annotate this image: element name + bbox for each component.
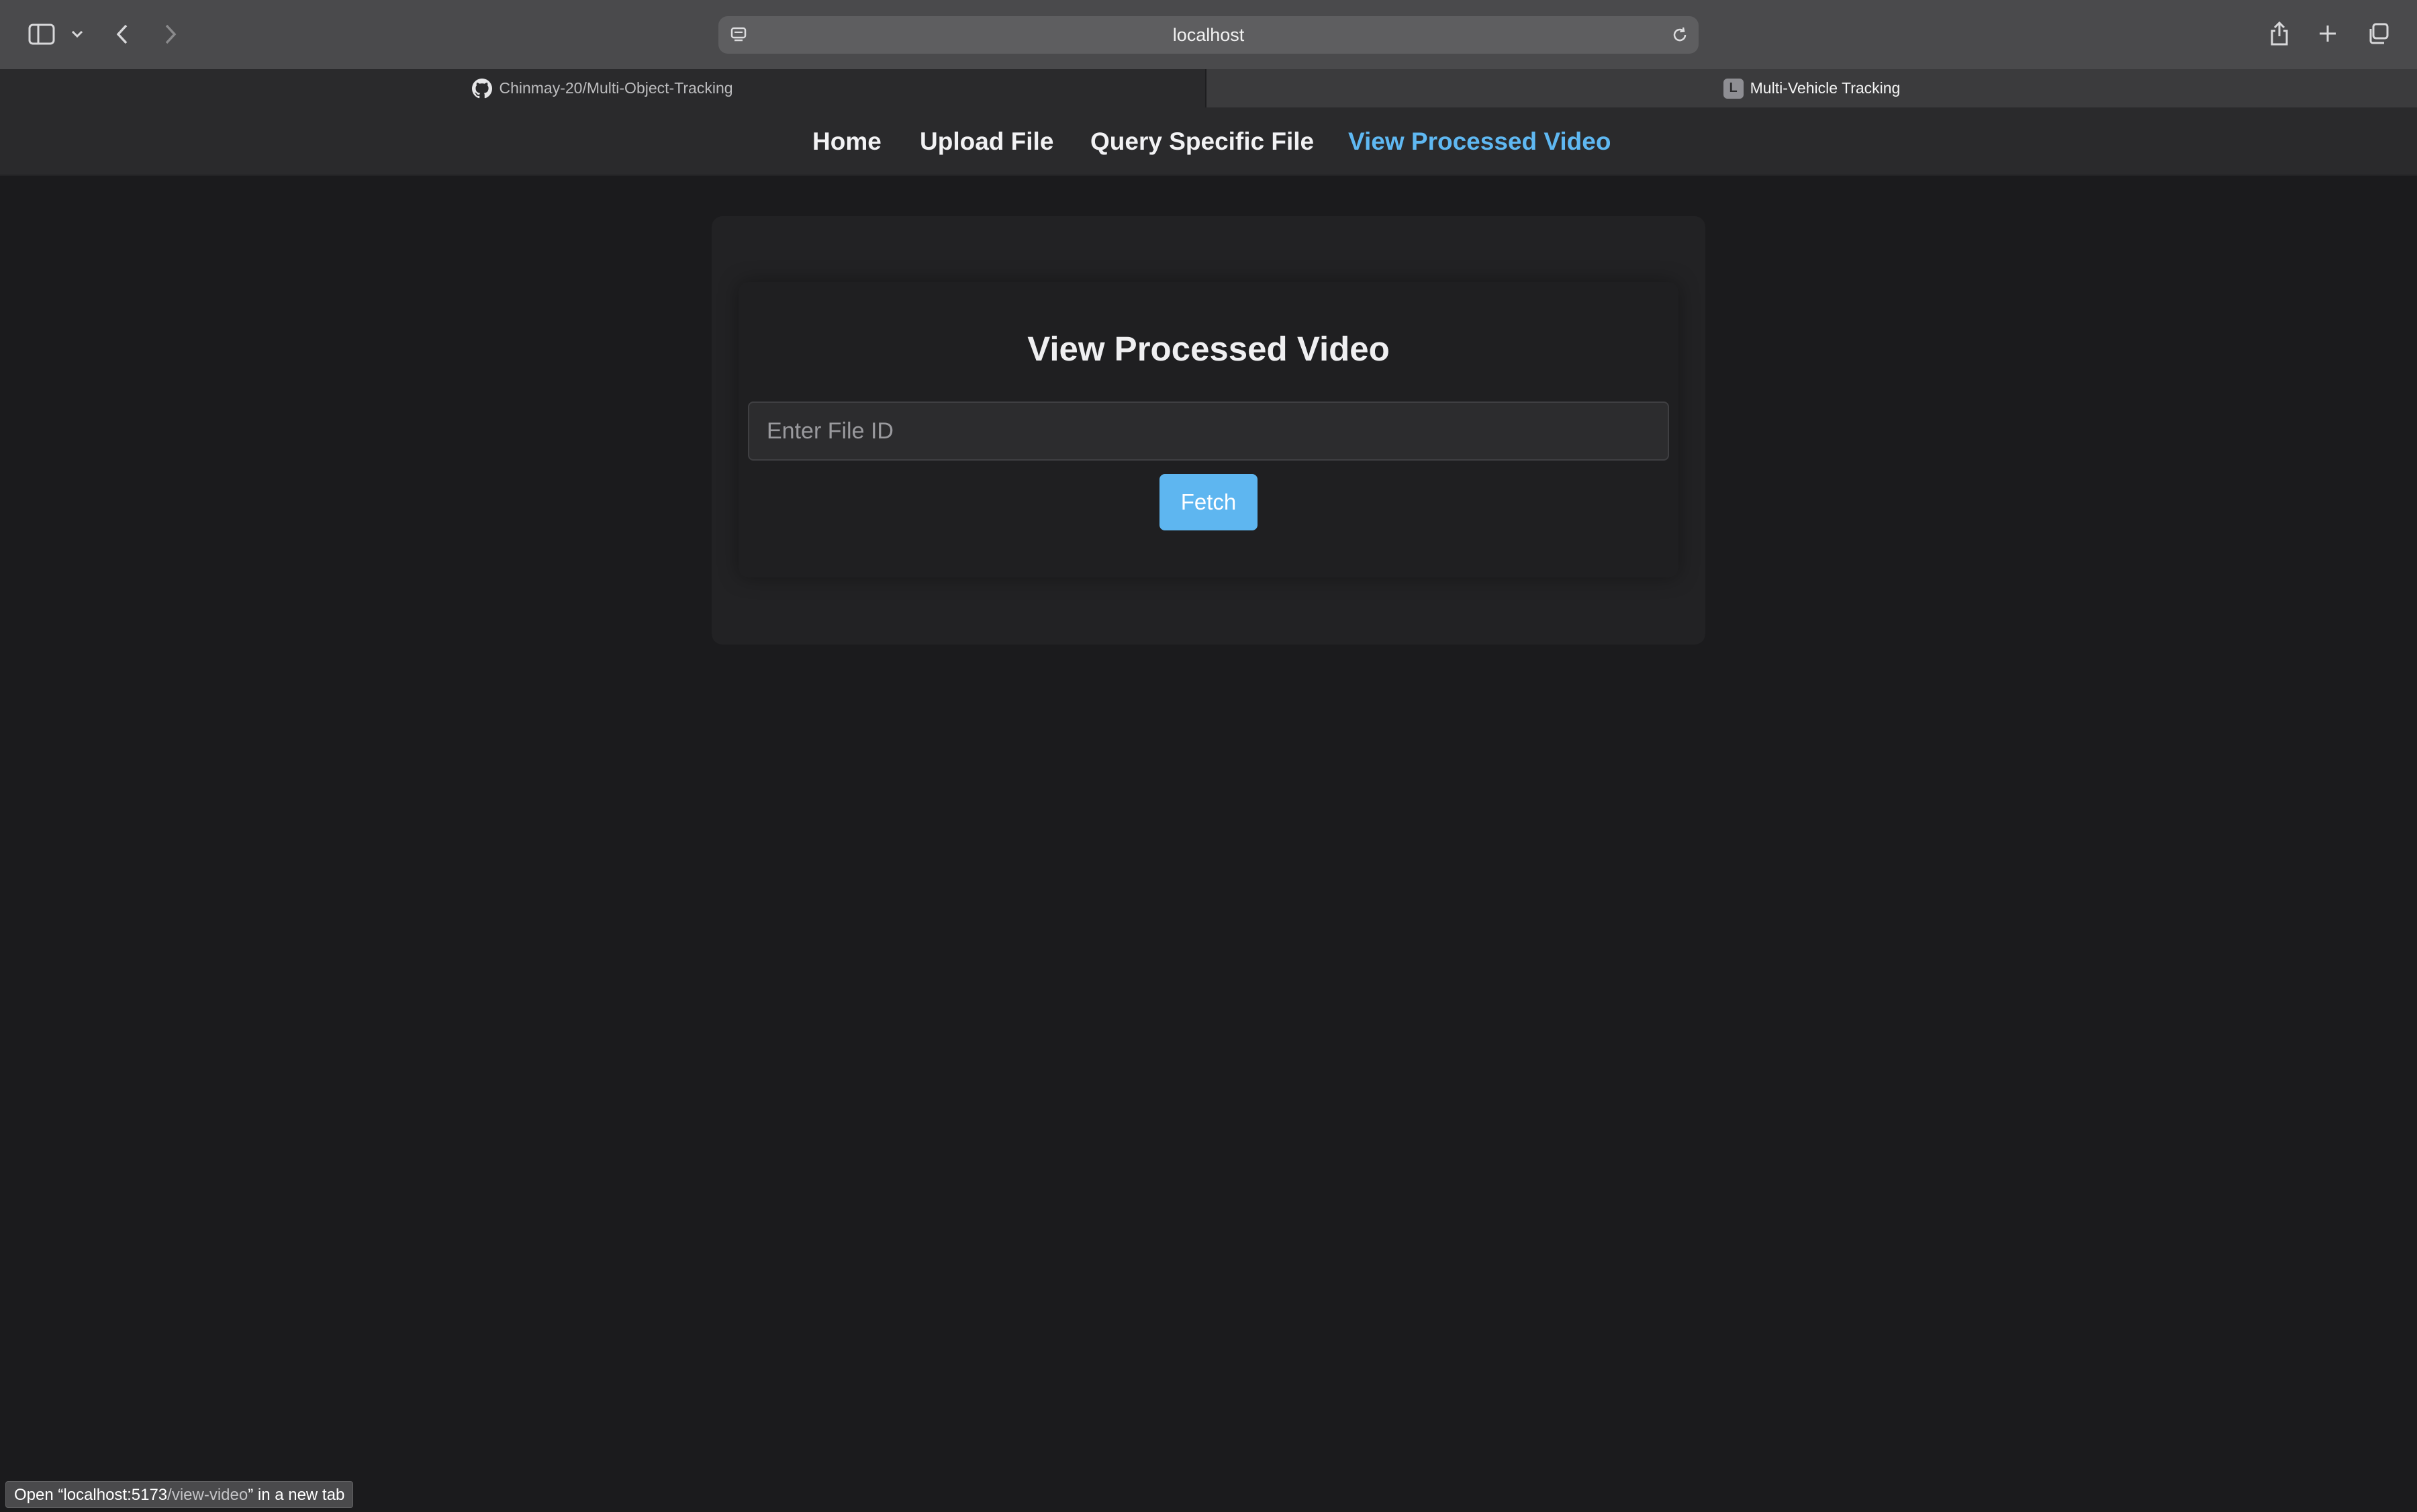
reload-icon[interactable] xyxy=(1669,24,1691,46)
nav-view-processed-video[interactable]: View Processed Video xyxy=(1348,107,1611,176)
address-bar[interactable]: localhost xyxy=(718,16,1699,54)
tab-label: Multi-Vehicle Tracking xyxy=(1750,79,1901,97)
nav-query-specific-file[interactable]: Query Specific File xyxy=(1090,107,1314,176)
tab-overview-icon[interactable] xyxy=(2365,20,2391,47)
file-id-input[interactable] xyxy=(748,401,1669,461)
status-suffix: ” in a new tab xyxy=(248,1486,345,1504)
favicon-letter: L xyxy=(1723,78,1744,99)
tab-multi-vehicle-tracking[interactable]: L Multi-Vehicle Tracking xyxy=(1206,69,2417,107)
tab-label: Chinmay-20/Multi-Object-Tracking xyxy=(499,79,733,97)
share-icon[interactable] xyxy=(2267,17,2292,48)
link-status-tooltip: Open “localhost:5173/view-video” in a ne… xyxy=(5,1481,354,1508)
github-icon xyxy=(472,78,493,99)
tab-github-repo[interactable]: Chinmay-20/Multi-Object-Tracking xyxy=(0,69,1206,107)
status-prefix: Open “localhost:5173 xyxy=(14,1486,168,1504)
site-favicon: L xyxy=(1723,78,1744,99)
tab-bar: Chinmay-20/Multi-Object-Tracking L Multi… xyxy=(0,69,2417,107)
forward-icon[interactable] xyxy=(160,20,181,48)
sidebar-toggle-icon[interactable] xyxy=(27,21,56,47)
page-title: View Processed Video xyxy=(1027,330,1390,368)
back-icon[interactable] xyxy=(111,20,133,48)
status-path: /view-video xyxy=(167,1486,248,1504)
nav-home[interactable]: Home xyxy=(812,107,882,176)
app-navbar: Home Upload File Query Specific File Vie… xyxy=(0,107,2417,176)
nav-upload-file[interactable]: Upload File xyxy=(920,107,1053,176)
fetch-button[interactable]: Fetch xyxy=(1159,474,1258,530)
browser-toolbar: localhost xyxy=(0,0,2417,69)
new-tab-icon[interactable] xyxy=(2315,20,2340,47)
chevron-down-icon[interactable] xyxy=(68,24,86,44)
url-text: localhost xyxy=(1172,25,1245,45)
